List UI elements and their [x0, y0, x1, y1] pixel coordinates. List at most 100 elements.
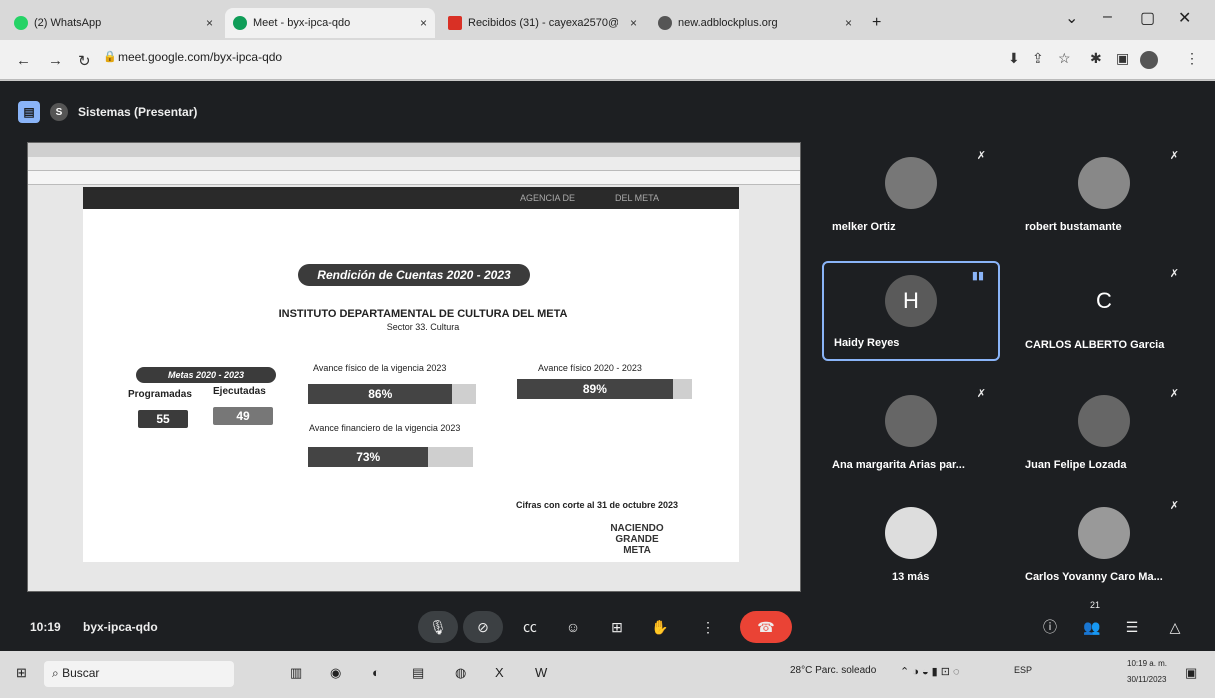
band-text-left: AGENCIA DE	[519, 193, 575, 203]
emoji-button[interactable]: ☺	[553, 611, 593, 643]
url-field[interactable]: meet.google.com/byx-ipca-qdo	[118, 50, 282, 64]
slide-document: AGENCIA DE DEL META Rendición de Cuentas…	[83, 187, 739, 562]
programadas-value: 55	[138, 410, 188, 428]
participant-tile[interactable]: ✗ Carlos Yovanny Caro Ma...	[1015, 493, 1193, 593]
bookmark-star-icon[interactable]: ☆	[1058, 50, 1071, 67]
participant-tile-speaking[interactable]: H ▮▮ Haidy Reyes	[822, 261, 1000, 361]
participant-tile[interactable]: ✗ Ana margarita Arias par...	[822, 381, 1000, 481]
cifras-label: Cifras con corte al 31 de octubre 2023	[516, 500, 679, 510]
mic-toggle-button[interactable]: 🎙	[418, 611, 458, 643]
address-bar: ← → ↻ 🔒 meet.google.com/byx-ipca-qdo ⬇ ⇪…	[0, 40, 1215, 80]
participant-tile[interactable]: ✗ melker Ortiz	[822, 143, 1000, 243]
app-taskbar-icon[interactable]: ◍	[455, 665, 466, 681]
avatar	[885, 157, 937, 209]
taskbar-search-label: Buscar	[62, 666, 100, 680]
mic-off-icon: ✗	[976, 388, 986, 400]
presenter-avatar: S	[50, 103, 68, 121]
participant-name: 13 más	[892, 571, 930, 583]
close-tab-icon[interactable]: ×	[845, 16, 852, 30]
forward-icon[interactable]: →	[48, 52, 63, 69]
meeting-time: 10:19	[30, 620, 61, 634]
sector-label: Sector 33. Cultura	[386, 322, 460, 332]
close-window-button[interactable]: ✕	[1178, 8, 1191, 28]
close-tab-icon[interactable]: ×	[420, 16, 427, 30]
weather-widget[interactable]: 28°C Parc. soleado	[790, 665, 876, 676]
fisico-periodo-bar: 89%	[517, 379, 692, 399]
slide-header-band: AGENCIA DE DEL META	[83, 187, 739, 209]
download-icon[interactable]: ⬇	[1008, 50, 1020, 67]
programadas-label: Programadas	[128, 389, 192, 400]
participant-name: CARLOS ALBERTO Garcia	[1025, 339, 1165, 351]
fisico-periodo-label: Avance físico 2020 - 2023	[538, 363, 642, 373]
fisico-vigencia-label: Avance físico de la vigencia 2023	[313, 363, 447, 373]
back-icon[interactable]: ←	[16, 52, 31, 69]
chrome-taskbar-icon[interactable]: ◉	[330, 665, 341, 681]
notification-icon[interactable]: ▣	[1185, 665, 1197, 681]
reload-icon[interactable]: ↻	[78, 52, 91, 70]
windows-start-icon[interactable]: ⊞	[16, 665, 27, 681]
more-options-button[interactable]: ⋮	[688, 611, 728, 643]
menu-icon[interactable]: ⋮	[1185, 50, 1199, 67]
close-tab-icon[interactable]: ×	[206, 16, 213, 30]
tab-label: Meet - byx-ipca-qdo	[253, 17, 351, 29]
financiero-bar: 73%	[308, 447, 473, 467]
participant-name: Ana margarita Arias par...	[832, 459, 965, 471]
tab-meet[interactable]: Meet - byx-ipca-qdo ×	[225, 8, 435, 38]
avatar: H	[885, 275, 937, 328]
language-indicator[interactable]: ESP	[1014, 665, 1032, 675]
raise-hand-button[interactable]: ✋	[640, 611, 680, 643]
fisico-vigencia-bar: 86%	[308, 384, 476, 404]
people-icon[interactable]: 👥	[1072, 611, 1112, 643]
captions-button[interactable]: ㏄	[510, 611, 550, 643]
task-view-icon[interactable]: ▥	[290, 665, 302, 681]
camera-toggle-button[interactable]: ⊘	[463, 611, 503, 643]
excel-taskbar-icon[interactable]: X	[495, 665, 504, 680]
word-taskbar-icon[interactable]: W	[535, 665, 547, 680]
meeting-code: byx-ipca-qdo	[83, 620, 158, 634]
taskbar-search[interactable]: ⌕ Buscar	[44, 661, 234, 687]
share-icon[interactable]: ⇪	[1032, 50, 1044, 67]
activities-icon[interactable]: △	[1155, 611, 1195, 643]
more-participants-tile[interactable]: 13 más	[822, 493, 1000, 593]
chat-icon[interactable]: ☰	[1112, 611, 1152, 643]
maximize-button[interactable]: ▢	[1140, 8, 1155, 28]
leave-call-button[interactable]: ☎	[740, 611, 792, 643]
extensions-icon[interactable]: ✱	[1090, 50, 1102, 67]
minimize-button[interactable]: –	[1103, 8, 1112, 26]
present-button[interactable]: ⊞	[597, 611, 637, 643]
windows-taskbar: ⊞ ⌕ Buscar ▥ ◉ ◐ ▤ ◍ X W 28°C Parc. sole…	[0, 651, 1215, 698]
side-panel-icon[interactable]: ▣	[1116, 50, 1129, 67]
people-count-badge: 21	[1090, 600, 1101, 610]
globe-icon	[658, 16, 672, 30]
clock-date[interactable]: 30/11/2023	[1127, 675, 1166, 684]
participant-tile[interactable]: ✗ Juan Felipe Lozada	[1015, 381, 1193, 481]
participant-tile[interactable]: ✗ robert bustamante	[1015, 143, 1193, 243]
new-tab-button[interactable]: +	[864, 8, 889, 38]
participant-name: robert bustamante	[1025, 221, 1122, 233]
edge-taskbar-icon[interactable]: ◐	[372, 665, 380, 680]
clock-time[interactable]: 10:19 a. m.	[1127, 659, 1167, 668]
participant-tile[interactable]: C ✗ CARLOS ALBERTO Garcia	[1015, 261, 1193, 361]
close-tab-icon[interactable]: ×	[630, 16, 637, 30]
tab-adblock[interactable]: new.adblockplus.org ×	[650, 8, 860, 38]
audio-wave-icon: ▮▮	[971, 270, 984, 282]
financiero-fill: 73%	[308, 447, 429, 467]
lock-icon[interactable]: 🔒	[103, 50, 117, 63]
shared-pdf-toolbar	[28, 171, 800, 185]
ejecutadas-label: Ejecutadas	[213, 386, 266, 397]
avatar-stack	[885, 507, 937, 559]
presentation-icon[interactable]: ▤	[18, 101, 40, 123]
profile-avatar[interactable]	[1140, 51, 1158, 69]
presenter-tag: ▤ S Sistemas (Presentar)	[18, 101, 197, 123]
avatar	[885, 395, 937, 447]
tray-icons[interactable]: ⌃ ◑ ◒ ▮ ⊡ ◌	[900, 665, 960, 678]
info-icon[interactable]: ⓘ	[1030, 611, 1070, 643]
tab-label: (2) WhatsApp	[34, 17, 102, 29]
meet-stage: ▤ S Sistemas (Presentar) AGENCIA DE DEL …	[0, 81, 1215, 651]
explorer-taskbar-icon[interactable]: ▤	[412, 665, 424, 681]
tab-search-icon[interactable]: ⌄	[1065, 8, 1078, 28]
tab-gmail[interactable]: Recibidos (31) - cayexa2570@g... ×	[440, 8, 645, 38]
tab-whatsapp[interactable]: (2) WhatsApp ×	[6, 8, 221, 38]
gmail-icon	[448, 16, 462, 30]
avatar	[1078, 507, 1130, 559]
